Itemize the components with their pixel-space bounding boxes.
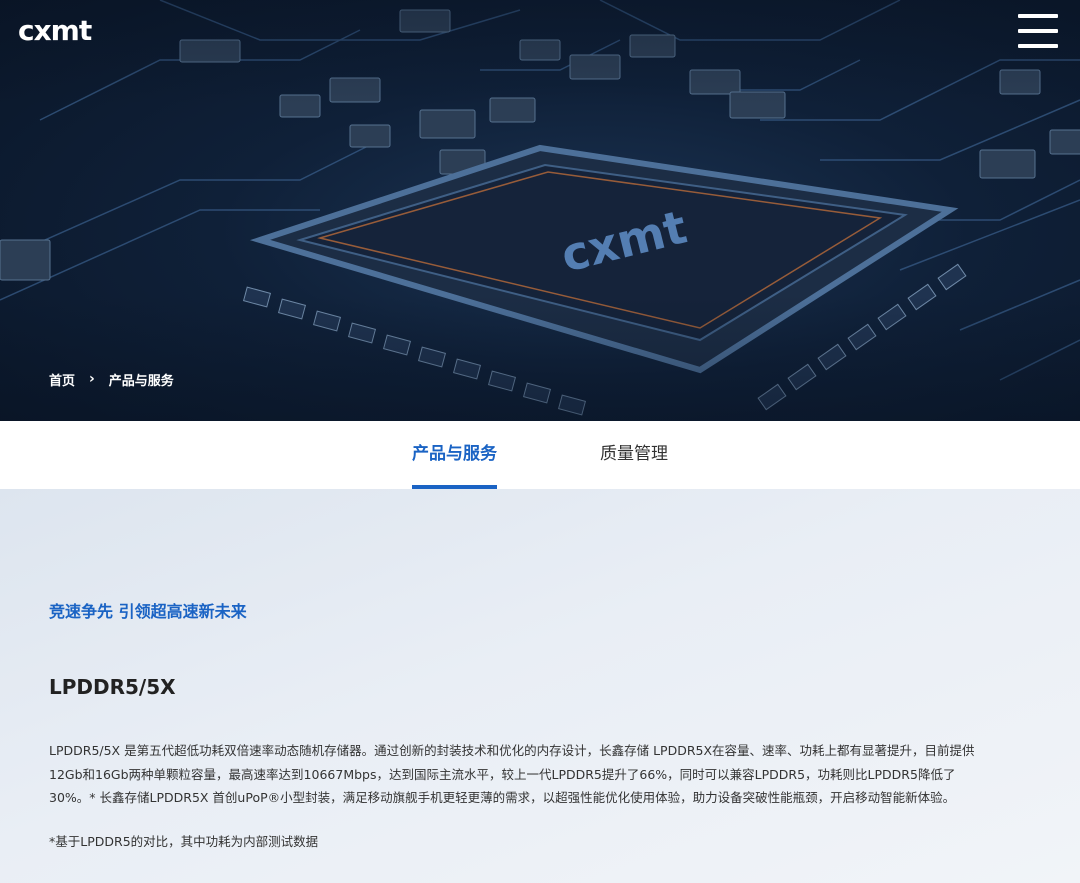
cxmt-logo[interactable]: cxmt — [18, 12, 92, 48]
page: cxmt cxmt 首页 › 产品与服务 产品与服务 质量管理 竞速争先 引领超… — [0, 0, 1080, 883]
logo-text: cxmt — [18, 13, 92, 47]
breadcrumb: 首页 › 产品与服务 — [49, 369, 174, 389]
chevron-right-icon: › — [89, 371, 95, 387]
menu-bar-top — [1018, 14, 1058, 18]
hamburger-menu-icon[interactable] — [1018, 14, 1058, 48]
tab-quality-management[interactable]: 质量管理 — [600, 421, 668, 489]
menu-bar-middle — [1018, 29, 1058, 33]
description-line: 30%。* 长鑫存储LPDDR5X 首创uPoP®小型封装，满足移动旗舰手机更轻… — [49, 790, 956, 805]
footnote: *基于LPDDR5的对比，其中功耗为内部测试数据 — [49, 834, 319, 849]
section-slogan: 竞速争先 引领超高速新未来 — [49, 602, 247, 621]
section-tabs: 产品与服务 质量管理 — [0, 421, 1080, 489]
description-line: 12Gb和16Gb两种单颗粒容量，最高速率达到10667Mbps，达到国际主流水… — [49, 766, 956, 782]
product-section: 竞速争先 引领超高速新未来 LPDDR5/5X LPDDR5/5X 是第五代超低… — [0, 489, 1080, 883]
breadcrumb-home-link[interactable]: 首页 — [49, 370, 75, 389]
product-title: LPDDR5/5X — [49, 675, 176, 699]
menu-bar-bottom — [1018, 44, 1058, 48]
hero-shade — [0, 0, 1080, 421]
hero-banner: cxmt cxmt 首页 › 产品与服务 — [0, 0, 1080, 421]
product-description: LPDDR5/5X 是第五代超低功耗双倍速率动态随机存储器。通过创新的封装技术和… — [49, 739, 1039, 810]
tab-products-services[interactable]: 产品与服务 — [412, 421, 497, 489]
description-line: LPDDR5/5X 是第五代超低功耗双倍速率动态随机存储器。通过创新的封装技术和… — [49, 743, 975, 758]
breadcrumb-current: 产品与服务 — [108, 373, 174, 389]
